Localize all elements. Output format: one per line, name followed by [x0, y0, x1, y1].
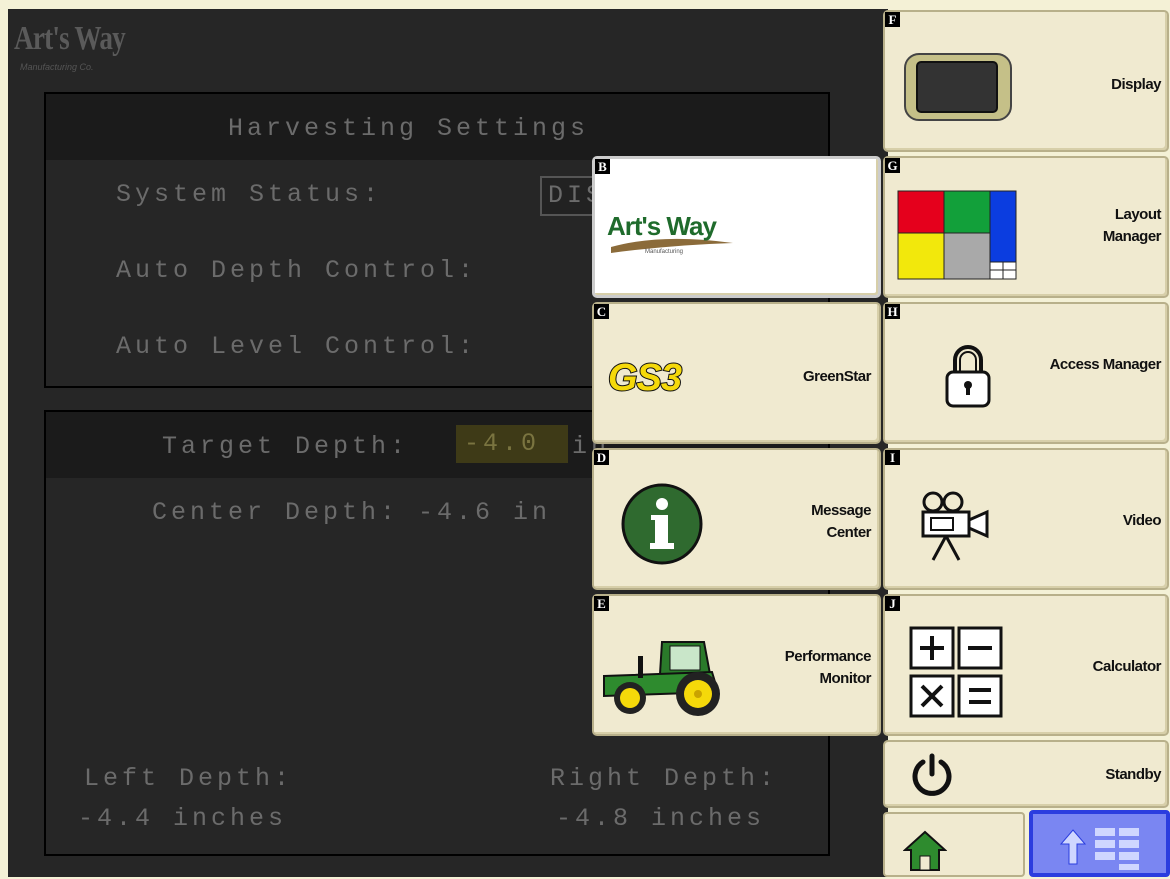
shortcut-key-c: C [594, 304, 609, 319]
shortcut-key-h: H [885, 304, 900, 319]
tile-label-performance-monitor: Performance Monitor [784, 646, 872, 690]
left-depth-label: Left Depth: [84, 764, 294, 793]
artsway-background-logo-sub: Manufacturing Co. [20, 62, 94, 72]
home-icon [902, 828, 948, 877]
shortcut-key-j: J [885, 596, 900, 611]
tile-label-access-manager: Access Manager [1049, 356, 1162, 373]
target-depth-label: Target Depth: [162, 432, 410, 461]
tile-label-greenstar: GreenStar [802, 368, 872, 385]
shortcut-key-e: E [594, 596, 609, 611]
tile-label-performance-line1: Performance [784, 648, 872, 665]
menu-tile-display[interactable]: F Display [883, 10, 1169, 152]
tile-label-message-center: Message Center [811, 500, 871, 544]
calculator-icon [909, 626, 1005, 723]
shortcut-key-i: I [885, 450, 900, 465]
shortcut-key-b: B [595, 159, 610, 174]
tile-label-layout-line2: Manager [1102, 228, 1162, 245]
center-depth-readout: Center Depth: -4.6 in [152, 498, 552, 527]
harvesting-settings-header: Harvesting Settings [44, 92, 830, 164]
artsway-logo: Art's Way Manufacturing [601, 203, 741, 264]
menu-tile-performance-monitor[interactable]: E Performance Monitor [592, 594, 881, 736]
layout-grid-icon [897, 190, 1017, 285]
menu-tile-layout-manager[interactable]: G Layout Manager [883, 156, 1169, 298]
shortcut-key-d: D [594, 450, 609, 465]
tile-label-calculator: Calculator [1092, 658, 1162, 675]
padlock-icon [943, 340, 993, 415]
menu-tile-calculator[interactable]: J Calculator [883, 594, 1169, 736]
tile-label-message-line2: Center [826, 524, 871, 541]
menu-tile-video[interactable]: I Video [883, 448, 1169, 590]
info-icon [620, 482, 704, 571]
left-depth-value: -4.4 inches [78, 804, 288, 833]
auto-level-label: Auto Level Control: [116, 332, 478, 361]
shortcut-key-g: G [885, 158, 900, 173]
up-arrow-menu-icon [1057, 824, 1147, 879]
standby-label: Standby [1105, 766, 1161, 783]
standby-button[interactable]: Standby [883, 740, 1169, 808]
target-depth-value: -4.0 [464, 429, 541, 458]
power-icon [909, 752, 955, 803]
menu-tile-access-manager[interactable]: H Access Manager [883, 302, 1169, 444]
tile-label-message-line1: Message [811, 502, 871, 519]
menu-tile-greenstar[interactable]: C GS3 GreenStar [592, 302, 881, 444]
video-camera-icon [919, 490, 995, 567]
display-icon [903, 52, 1013, 127]
gs3-logo-text: GS3 [608, 357, 682, 398]
system-status-label: System Status: [116, 180, 383, 209]
tile-label-layout-line1: Layout [1114, 206, 1162, 223]
tile-label-layout-manager: Layout Manager [1102, 204, 1162, 248]
menu-tile-message-center[interactable]: D Message Center [592, 448, 881, 590]
right-depth-value: -4.8 inches [556, 804, 766, 833]
menu-tile-artsway[interactable]: B Art's Way Manufacturing [592, 156, 881, 298]
artsway-logo-sub: Manufacturing [645, 249, 683, 255]
right-depth-label: Right Depth: [550, 764, 779, 793]
target-depth-field[interactable]: -4.0 [456, 425, 568, 463]
tractor-icon [600, 636, 724, 723]
tile-label-video: Video [1122, 512, 1162, 529]
home-button[interactable] [883, 812, 1025, 877]
tile-label-performance-line2: Monitor [819, 670, 872, 687]
auto-depth-label: Auto Depth Control: [116, 256, 478, 285]
tile-label-display: Display [1111, 76, 1161, 93]
artsway-background-logo: Art's Way [14, 20, 126, 57]
shortcut-key-f: F [885, 12, 900, 27]
menu-button[interactable] [1029, 810, 1170, 877]
gs3-logo: GS3 [604, 354, 724, 403]
artsway-logo-text: Art's Way [607, 211, 717, 241]
harvesting-settings-title: Harvesting Settings [228, 114, 590, 143]
